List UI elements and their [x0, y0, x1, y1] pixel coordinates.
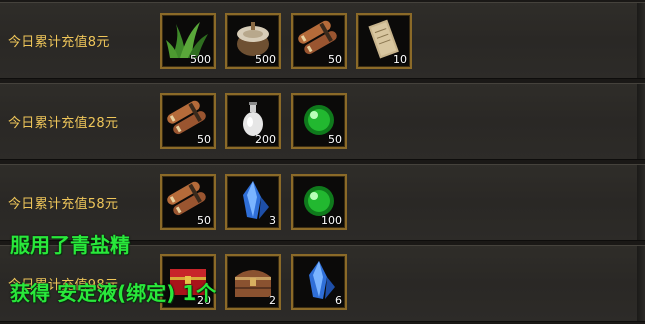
item-quantity: 6	[335, 294, 342, 307]
reward-row-8: 今日累计充值8元 500 500 50 10	[0, 2, 645, 79]
reward-row-58: 今日累计充值58元 50 3 100	[0, 164, 645, 241]
reward-row-28: 今日累计充值28元 50 200 50	[0, 83, 645, 160]
item-quantity: 3	[269, 214, 276, 227]
item-quantity: 50	[328, 133, 342, 146]
item-slot[interactable]: 3	[225, 174, 281, 230]
reward-row-98: 今日累计充值98元 20 2 6	[0, 245, 645, 322]
item-slot[interactable]: 200	[225, 93, 281, 149]
item-quantity: 20	[197, 294, 211, 307]
item-quantity: 10	[393, 53, 407, 66]
item-quantity: 500	[255, 53, 276, 66]
item-slot[interactable]: 100	[291, 174, 347, 230]
item-quantity: 50	[328, 53, 342, 66]
item-slot[interactable]: 50	[160, 93, 216, 149]
item-slot[interactable]: 2	[225, 254, 281, 310]
item-slot[interactable]: 500	[160, 13, 216, 69]
item-quantity: 2	[269, 294, 276, 307]
row-label: 今日累计充值98元	[8, 278, 119, 293]
row-label: 今日累计充值8元	[8, 35, 110, 50]
item-quantity: 200	[255, 133, 276, 146]
item-slot[interactable]: 10	[356, 13, 412, 69]
item-slot[interactable]: 50	[291, 13, 347, 69]
item-quantity: 500	[190, 53, 211, 66]
item-slot[interactable]: 50	[291, 93, 347, 149]
item-quantity: 50	[197, 133, 211, 146]
item-quantity: 100	[321, 214, 342, 227]
recharge-rewards-panel: 今日累计充值8元 500 500 50 10 今日累计充值28元 50 200 …	[0, 0, 645, 324]
item-slot[interactable]: 500	[225, 13, 281, 69]
item-slot[interactable]: 6	[291, 254, 347, 310]
item-slot[interactable]: 20	[160, 254, 216, 310]
row-label: 今日累计充值28元	[8, 116, 119, 131]
item-quantity: 50	[197, 214, 211, 227]
row-label: 今日累计充值58元	[8, 197, 119, 212]
item-slot[interactable]: 50	[160, 174, 216, 230]
